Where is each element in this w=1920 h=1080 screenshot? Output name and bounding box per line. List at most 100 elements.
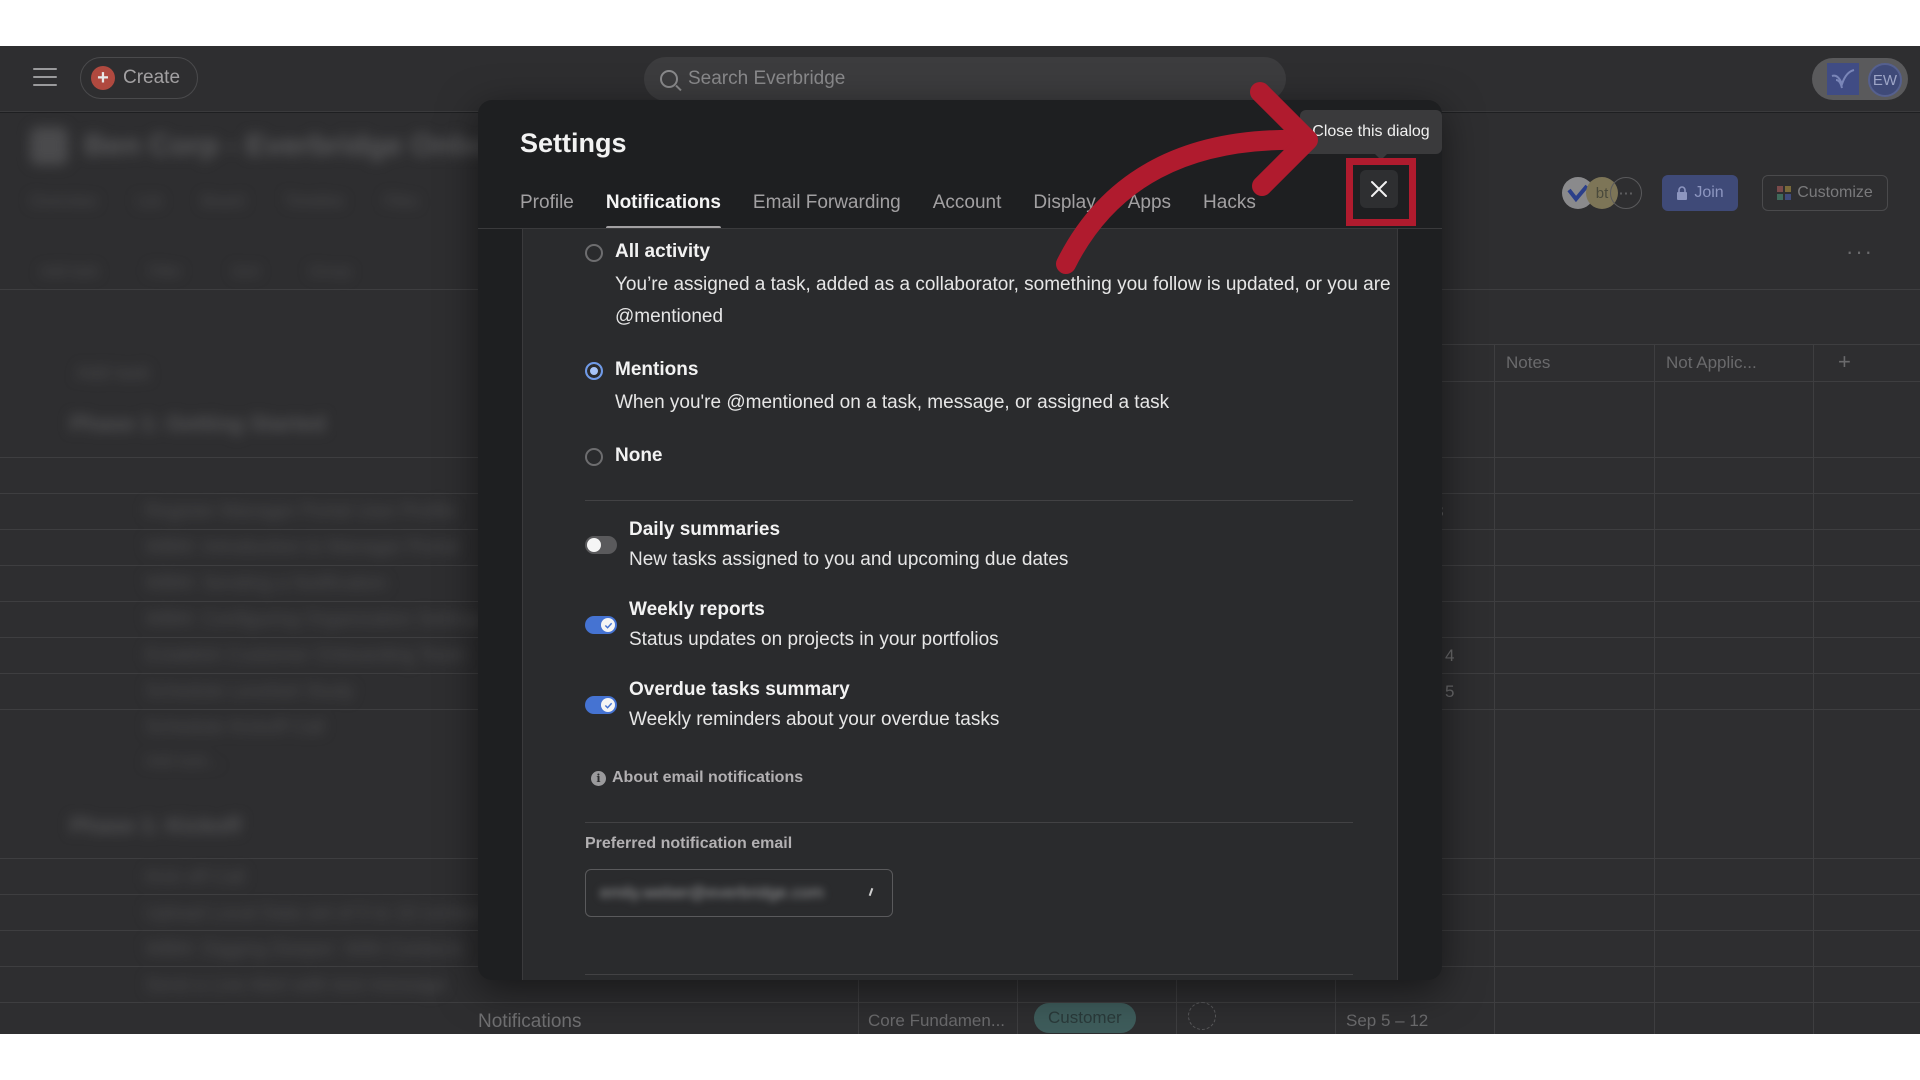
tab-display[interactable]: Display — [1033, 184, 1095, 228]
settings-dialog: Settings Profile Notifications Email For… — [478, 100, 1442, 980]
project-cell: Core Fundamen... — [868, 1011, 1006, 1030]
tab-email-forwarding[interactable]: Email Forwarding — [753, 184, 901, 228]
about-email-notifications-link[interactable]: i About email notifications — [591, 769, 803, 787]
project-tab[interactable]: Board — [202, 193, 245, 211]
task-row[interactable]: WBM: Configuring Organization Settings — [145, 609, 486, 631]
task-row[interactable]: Send a Live Alert with test message — [145, 975, 446, 997]
user-avatar[interactable]: EW — [1868, 63, 1902, 97]
tab-apps[interactable]: Apps — [1128, 184, 1171, 228]
project-tab[interactable]: Timeline — [284, 193, 344, 211]
add-task-row[interactable]: Add task — [76, 363, 150, 385]
toolbar-item[interactable]: Add task — [40, 263, 98, 280]
task-row[interactable]: Kick off Call — [145, 867, 245, 889]
lock-icon — [1677, 186, 1688, 200]
task-name-tail[interactable]: Notifications — [478, 1011, 582, 1033]
section-header[interactable]: Phase 1: Getting Started — [70, 411, 326, 437]
customer-tag[interactable]: Customer — [1034, 1003, 1136, 1033]
task-row[interactable]: WBM: Digging Deeper: With Contacts — [145, 939, 463, 961]
toggle-title: Overdue tasks summary — [629, 679, 850, 700]
toggle-description: Weekly reminders about your overdue task… — [629, 709, 1000, 730]
grid-line — [0, 1002, 1920, 1003]
app-window: + Create Search Everbridge EW Ben Corp -… — [0, 46, 1920, 1034]
project-toolbar: Add task Filter Sort Group — [40, 263, 351, 280]
option-mentions[interactable]: Mentions When you're @mentioned on a tas… — [585, 359, 1395, 419]
customize-label: Customize — [1797, 184, 1873, 201]
assignee-placeholder-icon[interactable] — [1188, 1002, 1216, 1030]
tab-account[interactable]: Account — [933, 184, 1002, 228]
project-tab[interactable]: Files — [384, 193, 418, 211]
toggle-title: Weekly reports — [629, 599, 765, 620]
column-header-not-applicable[interactable]: Not Applic... — [1666, 353, 1757, 373]
create-button[interactable]: + Create — [80, 57, 198, 99]
date-cell: Sep 5 – 12 — [1346, 1011, 1429, 1030]
project-tab[interactable]: List — [137, 193, 162, 211]
more-members-icon[interactable]: ⋯ — [1610, 177, 1642, 209]
customize-icon — [1777, 186, 1792, 200]
task-row[interactable]: Schedule Kickoff Call — [145, 717, 324, 739]
due-date-cell: 4 — [1445, 646, 1455, 665]
settings-tabs: Profile Notifications Email Forwarding A… — [520, 184, 1288, 230]
close-tooltip: Close this dialog — [1300, 110, 1442, 154]
project-icon — [30, 127, 68, 165]
project-members[interactable]: bt ⋯ — [1562, 177, 1642, 209]
option-label: Mentions — [615, 359, 699, 380]
toggle-weekly-reports[interactable] — [585, 616, 617, 634]
toggle-title: Daily summaries — [629, 519, 781, 540]
task-row[interactable]: WBM: Sending a Notification — [145, 573, 387, 595]
organization-logo-icon[interactable] — [1827, 63, 1859, 95]
task-row[interactable]: Establish Customer Onboarding Team — [145, 645, 466, 667]
search-placeholder: Search Everbridge — [688, 68, 846, 89]
join-button[interactable]: Join — [1662, 175, 1738, 211]
preferred-email-label: Preferred notification email — [585, 835, 793, 852]
section-divider — [585, 974, 1353, 975]
tab-notifications[interactable]: Notifications — [605, 184, 721, 230]
annotation-highlight-box — [1346, 158, 1416, 226]
setting-daily-summaries: Daily summaries New tasks assigned to yo… — [585, 519, 1068, 571]
toggle-daily-summaries[interactable] — [585, 536, 617, 554]
section-header[interactable]: Phase 1: Kickoff — [70, 813, 241, 839]
toolbar-item[interactable]: Group — [309, 263, 351, 280]
setting-weekly-reports: Weekly reports Status updates on project… — [585, 599, 999, 651]
customize-button[interactable]: Customize — [1762, 175, 1888, 211]
radio-none[interactable] — [585, 448, 603, 466]
task-row[interactable]: WBM: Introduction to Manager Portal — [145, 537, 458, 559]
option-none[interactable]: None — [585, 445, 663, 467]
add-task-link[interactable]: Add task... — [145, 753, 221, 771]
hamburger-menu-icon[interactable] — [33, 68, 57, 88]
setting-overdue-tasks-summary: Overdue tasks summary Weekly reminders a… — [585, 679, 999, 731]
search-input[interactable]: Search Everbridge — [644, 57, 1286, 101]
toolbar-item[interactable]: Filter — [148, 263, 181, 280]
plus-icon: + — [91, 66, 115, 90]
dialog-title: Settings — [520, 128, 627, 158]
chevron-down-icon — [868, 887, 874, 897]
tab-hacks[interactable]: Hacks — [1203, 184, 1256, 228]
preferred-email-select[interactable]: emily.weber@everbridge.com — [585, 869, 893, 917]
create-label: Create — [123, 67, 181, 88]
more-options-icon[interactable]: ··· — [1846, 239, 1874, 265]
toggle-overdue-tasks-summary[interactable] — [585, 696, 617, 714]
radio-all-activity[interactable] — [585, 244, 603, 262]
task-row[interactable]: Register Manager Portal User Profile — [145, 501, 455, 523]
project-tab[interactable]: Overview — [30, 193, 97, 211]
column-header-notes[interactable]: Notes — [1506, 353, 1550, 373]
tab-profile[interactable]: Profile — [520, 184, 574, 228]
about-link-label: About email notifications — [612, 769, 804, 786]
grid-line — [1440, 344, 1920, 345]
toggle-description: Status updates on projects in your portf… — [629, 629, 999, 650]
section-divider — [585, 500, 1353, 501]
search-icon — [660, 70, 678, 88]
radio-mentions[interactable] — [585, 362, 603, 380]
option-all-activity[interactable]: All activity You’re assigned a task, add… — [585, 241, 1395, 333]
notifications-panel: All activity You’re assigned a task, add… — [522, 229, 1398, 980]
check-icon — [604, 622, 612, 629]
task-row[interactable]: Upload Local Data set of 5 to 10 contact… — [145, 903, 493, 925]
join-label: Join — [1694, 184, 1724, 201]
add-column-button[interactable]: + — [1838, 349, 1851, 375]
preferred-email-value: emily.weber@everbridge.com — [600, 883, 824, 902]
toolbar-item[interactable]: Sort — [232, 263, 260, 280]
info-icon: i — [591, 770, 606, 786]
task-row[interactable]: Schedule Levelset Study — [145, 681, 354, 703]
check-icon — [604, 702, 612, 709]
project-tabs: Overview List Board Timeline Files — [30, 193, 418, 211]
grid-line — [1440, 381, 1920, 382]
